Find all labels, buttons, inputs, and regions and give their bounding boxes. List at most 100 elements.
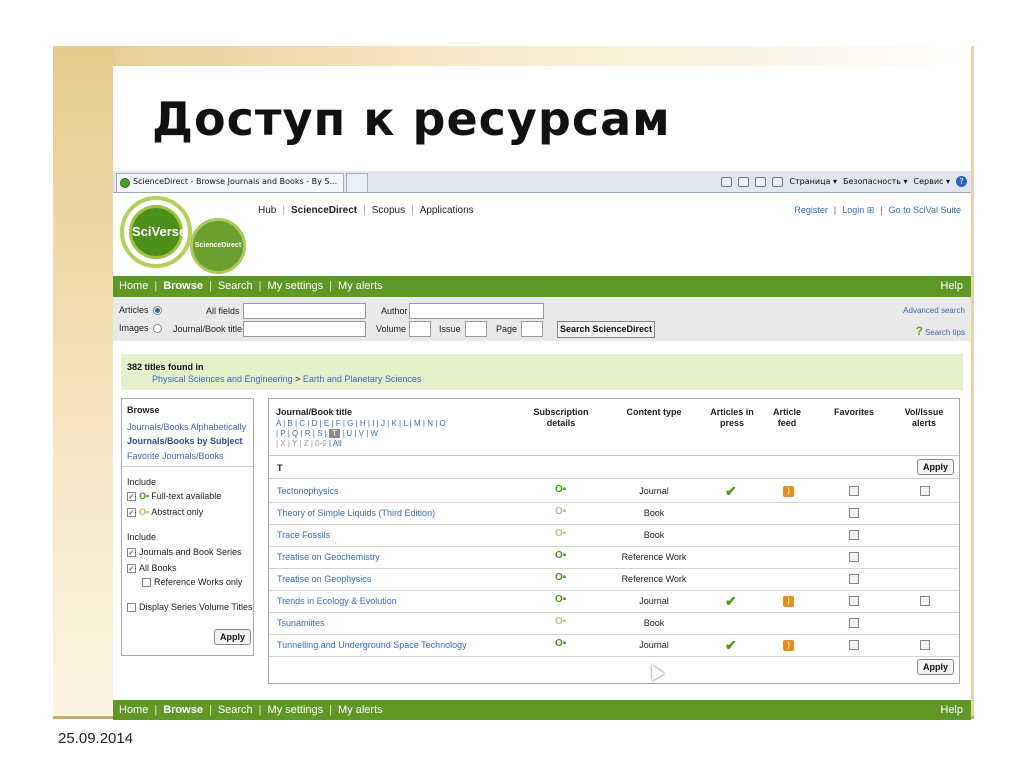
footer-help[interactable]: Help [940,704,963,716]
author-label: Author [381,306,408,316]
menu-service[interactable]: Сервис ▾ [914,177,950,186]
journal-title-input[interactable] [243,321,366,337]
alert-checkbox[interactable] [920,596,930,606]
question-icon: ? [915,324,923,338]
articles-radio[interactable] [152,306,162,316]
favorite-journals-link[interactable]: Favorite Journals/Books [127,451,224,461]
alphabet-index: A | B | C | D | E | F | G | H | I | J | … [276,419,446,449]
display-series-option[interactable]: Display Series Volume Titles [127,602,253,613]
images-radio[interactable] [152,324,162,334]
author-input[interactable] [409,303,544,319]
row-title-link[interactable]: Theory of Simple Liquids (Third Edition) [277,508,435,518]
row-title-link[interactable]: Trace Fossils [277,530,330,540]
favorite-checkbox[interactable] [849,508,859,518]
alphabet-row-3a: | X | Y | Z | 0-9 [276,439,327,448]
advanced-search-link[interactable]: Advanced search [903,306,965,315]
journals-series-option[interactable]: ✓ Journals and Book Series [127,547,242,558]
nav-browse[interactable]: Browse [163,280,203,292]
footer-settings[interactable]: My settings [268,704,324,716]
browser-tab[interactable]: ScienceDirect - Browse Journals and Book… [116,173,344,192]
all-books-option[interactable]: ✓ All Books [127,563,177,574]
alert-checkbox[interactable] [920,486,930,496]
menu-security[interactable]: Безопасность ▾ [843,177,908,186]
articles-option[interactable]: Articles [119,305,164,316]
images-option[interactable]: Images [119,323,164,334]
page-input[interactable] [521,321,543,337]
link-hub[interactable]: Hub [258,205,276,216]
favorite-checkbox[interactable] [849,618,859,628]
browser-toolbar: Страница ▾ Безопасность ▾ Сервис ▾ ? [721,176,967,187]
filter-apply-button[interactable]: Apply [214,629,251,645]
table-apply-button-top[interactable]: Apply [917,459,954,475]
mail-icon[interactable] [755,176,767,187]
print-icon[interactable] [772,176,784,187]
row-title-link[interactable]: Tectonophysics [277,486,339,496]
all-fields-input[interactable] [243,303,366,319]
favorite-checkbox[interactable] [849,552,859,562]
nav-search[interactable]: Search [218,280,253,292]
link-applications[interactable]: Applications [420,205,474,216]
footer-search[interactable]: Search [218,704,253,716]
footer-home[interactable]: Home [119,704,148,716]
row-title-link[interactable]: Tunnelling and Underground Space Technol… [277,640,467,650]
row-title-link[interactable]: Tsunamiites [277,618,325,628]
register-link[interactable]: Register [794,205,828,215]
nav-settings[interactable]: My settings [268,280,324,292]
fulltext-option[interactable]: ✓ O▪ Full-text available [127,491,221,502]
display-series-checkbox[interactable] [127,603,136,613]
favorite-checkbox[interactable] [849,530,859,540]
favorite-checkbox[interactable] [849,486,859,496]
abstract-option[interactable]: ✓ O▪ Abstract only [127,507,203,518]
reference-works-checkbox[interactable] [142,578,151,588]
reference-works-option[interactable]: Reference Works only [142,577,242,588]
row-title-link[interactable]: Treatise on Geophysics [277,574,371,584]
help-icon[interactable]: ? [956,176,967,187]
favorite-checkbox[interactable] [849,574,859,584]
login-link[interactable]: Login ⊞ [842,205,874,215]
section-header-row: T Apply [269,455,959,479]
alphabet-row-1[interactable]: A | B | C | D | E | F | G | H | I | J | … [276,419,446,429]
journals-series-checkbox[interactable]: ✓ [127,548,136,558]
rss-icon[interactable]: ) [783,596,794,607]
new-tab-button[interactable] [346,173,368,192]
link-sciencedirect[interactable]: ScienceDirect [291,205,357,216]
sciencedirect-logo[interactable]: ScienceDirect [190,218,246,274]
link-scopus[interactable]: Scopus [372,205,405,216]
all-books-checkbox[interactable]: ✓ [127,564,136,574]
feeds-icon[interactable] [738,176,750,187]
search-tips-link[interactable]: ? Search tips [916,324,965,338]
nav-home[interactable]: Home [119,280,148,292]
checkmark-icon: ✔ [725,637,737,653]
menu-page[interactable]: Страница ▾ [789,177,837,186]
sciverse-logo[interactable]: SciVerse [120,196,192,268]
nav-help[interactable]: Help [940,280,963,292]
volume-input[interactable] [409,321,431,337]
fulltext-checkbox[interactable]: ✓ [127,492,136,502]
footer-browse[interactable]: Browse [163,704,203,716]
abstract-checkbox[interactable]: ✓ [127,508,136,518]
table-apply-button-bottom[interactable]: Apply [917,659,954,675]
home-icon[interactable] [721,176,733,187]
favorite-checkbox[interactable] [849,640,859,650]
rss-icon[interactable]: ) [783,640,794,651]
nav-alerts[interactable]: My alerts [338,280,383,292]
favorite-checkbox[interactable] [849,596,859,606]
col-feed: Article feed [772,407,801,428]
scival-link[interactable]: Go to SciVal Suite [889,205,961,215]
footer-alerts[interactable]: My alerts [338,704,383,716]
search-button[interactable]: Search ScienceDirect [557,321,655,338]
alert-checkbox[interactable] [920,640,930,650]
alphabet-all-link[interactable]: | All [329,439,342,448]
row-title-link[interactable]: Treatise on Geochemistry [277,552,380,562]
rss-icon[interactable]: ) [783,486,794,497]
browse-alphabetically-link[interactable]: Journals/Books Alphabetically [127,422,246,432]
alphabet-row-2a[interactable]: | P | Q | R | S | [276,429,327,438]
browse-by-subject-link[interactable]: Journals/Books by Subject [127,436,243,446]
alphabet-row-2b[interactable]: | U | V | W [342,429,378,438]
articles-label: Articles [119,305,149,315]
issue-input[interactable] [465,321,487,337]
alphabet-current-letter[interactable]: T [328,429,340,438]
crumb-physical-sciences[interactable]: Physical Sciences and Engineering [152,374,293,384]
row-title-link[interactable]: Trends in Ecology & Evolution [277,596,397,606]
crumb-earth-sciences[interactable]: Earth and Planetary Sciences [303,374,422,384]
